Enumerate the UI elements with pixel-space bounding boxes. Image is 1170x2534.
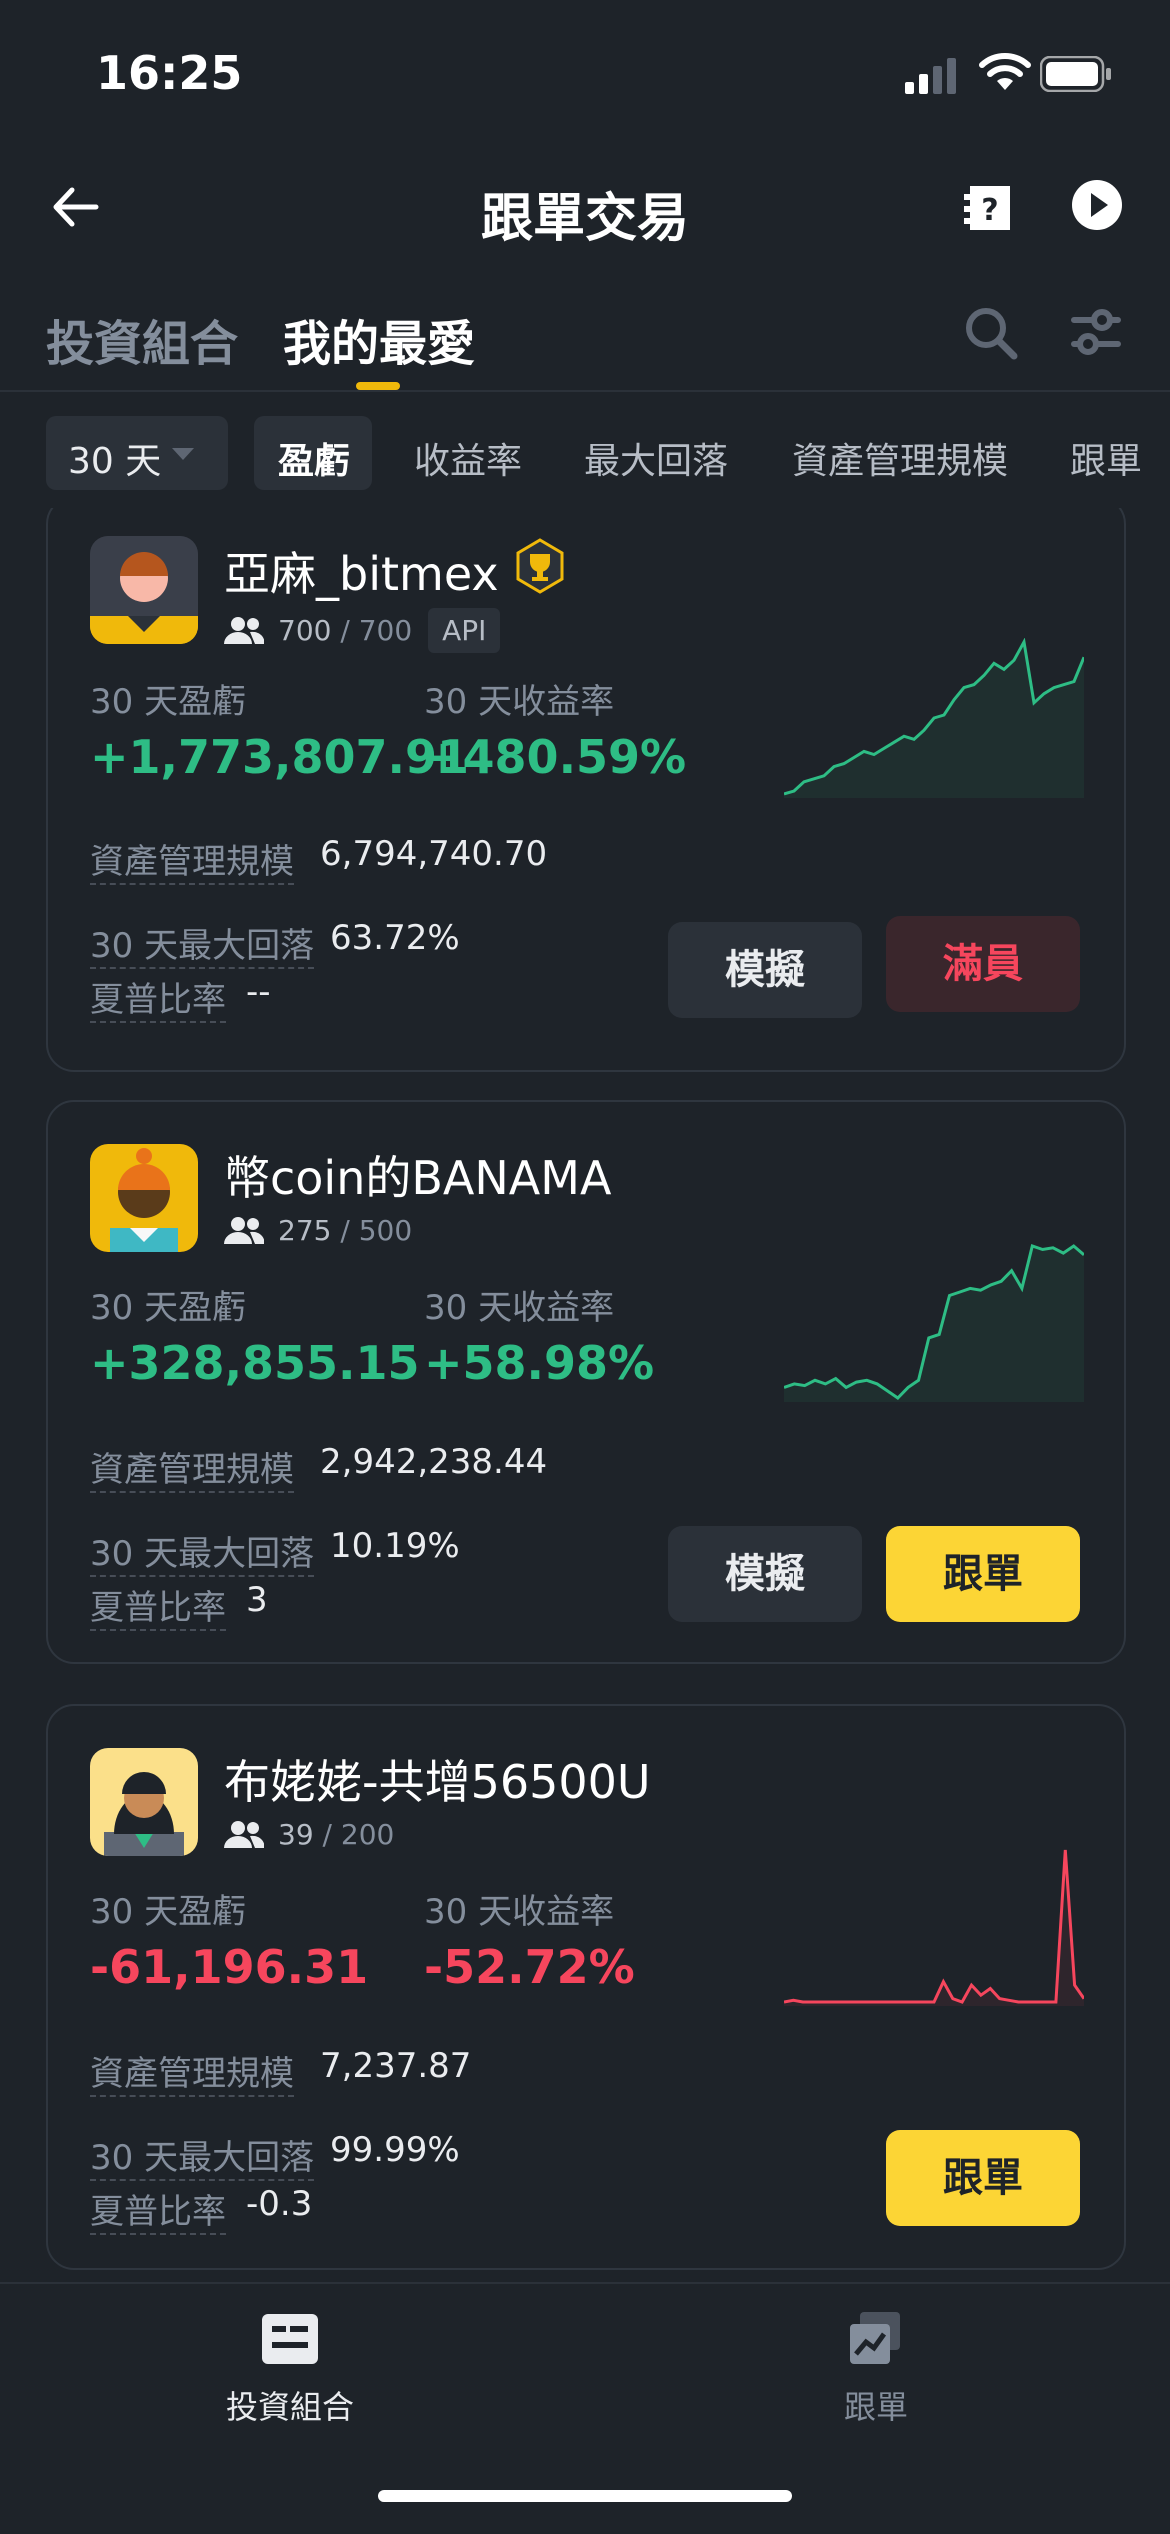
sort-chip-aum[interactable]: 資產管理規模 <box>792 432 1008 484</box>
signal-icon <box>905 58 956 94</box>
sharpe-value: -0.3 <box>246 2184 313 2224</box>
nav-copytrade[interactable]: 跟單 <box>776 2312 976 2428</box>
portfolio-icon <box>262 2314 318 2364</box>
trader-list[interactable]: 亞麻_bitmex 700 / 700 API 30 天盈虧 30 天收益率 +1… <box>0 508 1170 2282</box>
battery-icon <box>1040 56 1111 92</box>
period-label: 30 天 <box>68 441 162 482</box>
wifi-icon <box>979 53 1031 90</box>
api-badge: API <box>428 608 501 653</box>
sort-chip-copy[interactable]: 跟單 <box>1070 432 1170 484</box>
aum-label: 資產管理規模 <box>90 834 294 885</box>
people-icon <box>224 1217 264 1244</box>
pnl-label: 30 天盈虧 <box>90 1892 247 1932</box>
follower-count: 700 / 700 API <box>224 608 501 653</box>
copy-trade-button[interactable]: 跟單 <box>886 2130 1080 2226</box>
max-followers: / 200 <box>322 1818 395 1851</box>
nav-copytrade-label: 跟單 <box>843 2388 908 2426</box>
sharpe-value: 3 <box>246 1580 268 1620</box>
sharpe-label: 夏普比率 <box>90 2184 226 2235</box>
follower-count: 39 / 200 <box>224 1818 394 1851</box>
aum-label: 資產管理規模 <box>90 2046 294 2097</box>
trader-name[interactable]: 布姥姥-共增56500U <box>224 1746 651 1812</box>
sort-chip-mdd[interactable]: 最大回落 <box>584 432 728 484</box>
period-dropdown[interactable]: 30 天 <box>46 416 228 490</box>
chevron-down-icon <box>172 448 194 460</box>
trader-name[interactable]: 幣coin的BANAMA <box>224 1142 611 1208</box>
full-button[interactable]: 滿員 <box>886 916 1080 1012</box>
copy-trade-button[interactable]: 跟單 <box>886 1526 1080 1622</box>
help-book-icon[interactable]: ? <box>962 180 1018 236</box>
simulate-button[interactable]: 模擬 <box>668 1526 862 1622</box>
sharpe-label: 夏普比率 <box>90 972 226 1023</box>
sparkline-area <box>784 1246 1084 1402</box>
sort-chip-pnl[interactable]: 盈虧 <box>254 416 372 490</box>
trader-card[interactable]: 布姥姥-共增56500U 39 / 200 30 天盈虧 30 天收益率 -61… <box>46 1704 1126 2270</box>
mdd-value: 99.99% <box>330 2130 460 2170</box>
sparkline-line <box>784 1849 1084 2004</box>
status-time: 16:25 <box>96 46 243 100</box>
sort-chip-label: 盈虧 <box>278 441 351 482</box>
pnl-value: +1,773,807.91 <box>90 730 470 784</box>
roi-label: 30 天收益率 <box>424 682 615 722</box>
trader-card[interactable]: 亞麻_bitmex 700 / 700 API 30 天盈虧 30 天收益率 +1… <box>46 508 1126 1072</box>
followers: 275 <box>278 1214 332 1247</box>
max-followers: / 700 <box>340 614 413 647</box>
pnl-sparkline <box>784 638 1084 798</box>
aum-label: 資產管理規模 <box>90 1442 294 1493</box>
sort-chip-roi[interactable]: 收益率 <box>414 432 522 484</box>
nav-portfolio[interactable]: 投資組合 <box>170 2312 410 2428</box>
sharpe-value: -- <box>246 972 271 1012</box>
people-icon <box>224 617 264 644</box>
roi-label: 30 天收益率 <box>424 1892 615 1932</box>
mdd-label: 30 天最大回落 <box>90 1526 315 1577</box>
followers: 700 <box>278 614 332 647</box>
active-tab-indicator <box>356 382 400 390</box>
filter-sliders-icon[interactable] <box>1070 306 1122 358</box>
people-icon <box>224 1821 264 1848</box>
mdd-label: 30 天最大回落 <box>90 918 315 969</box>
tab-portfolio[interactable]: 投資組合 <box>46 304 238 374</box>
mdd-value: 10.19% <box>330 1526 460 1566</box>
roi-value: -52.72% <box>424 1940 635 1994</box>
pnl-sparkline <box>784 1244 1084 1402</box>
roi-value: +480.59% <box>424 730 687 784</box>
mdd-value: 63.72% <box>330 918 460 958</box>
home-indicator <box>378 2490 792 2502</box>
sharpe-label: 夏普比率 <box>90 1580 226 1631</box>
followers: 39 <box>278 1818 314 1851</box>
copy-trade-icon <box>850 2312 900 2364</box>
aum-value: 2,942,238.44 <box>320 1442 548 1482</box>
pnl-value: -61,196.31 <box>90 1940 369 1994</box>
avatar <box>90 1144 198 1252</box>
play-video-icon[interactable] <box>1070 178 1124 232</box>
tab-favorites[interactable]: 我的最愛 <box>283 304 475 374</box>
avatar <box>90 1748 198 1856</box>
nav-portfolio-label: 投資組合 <box>225 2388 354 2426</box>
tab-divider <box>0 390 1170 392</box>
follower-count: 275 / 500 <box>224 1214 412 1247</box>
trader-name[interactable]: 亞麻_bitmex <box>224 538 499 604</box>
pnl-label: 30 天盈虧 <box>90 682 247 722</box>
aum-value: 7,237.87 <box>320 2046 472 2086</box>
roi-value: +58.98% <box>424 1336 655 1390</box>
roi-label: 30 天收益率 <box>424 1288 615 1328</box>
avatar <box>90 536 198 644</box>
mdd-label: 30 天最大回落 <box>90 2130 315 2181</box>
sparkline-area <box>784 1850 1084 2006</box>
aum-value: 6,794,740.70 <box>320 834 548 874</box>
pnl-label: 30 天盈虧 <box>90 1288 247 1328</box>
svg-text:?: ? <box>981 193 998 228</box>
search-icon[interactable] <box>962 304 1020 362</box>
pnl-sparkline <box>784 1849 1084 2006</box>
max-followers: / 500 <box>340 1214 413 1247</box>
pnl-value: +328,855.15 <box>90 1336 420 1390</box>
simulate-button[interactable]: 模擬 <box>668 922 862 1018</box>
trophy-badge-icon <box>516 538 564 594</box>
trader-card[interactable]: 幣coin的BANAMA 275 / 500 30 天盈虧 30 天收益率 +3… <box>46 1100 1126 1664</box>
